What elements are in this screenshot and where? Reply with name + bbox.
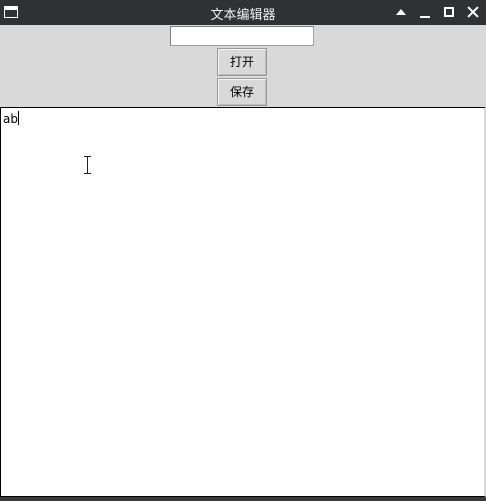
text-caret — [17, 111, 19, 125]
text-editor-area[interactable]: ab — [0, 107, 486, 497]
maximize-icon[interactable] — [442, 5, 456, 19]
editor-content-line: ab — [3, 111, 19, 126]
minimize-icon[interactable] — [418, 5, 432, 19]
editor-text: ab — [3, 112, 18, 126]
save-button[interactable]: 保存 — [217, 78, 267, 106]
filename-input[interactable] — [170, 26, 314, 46]
window-bottom-edge — [0, 497, 486, 501]
title-bar[interactable]: 文本编辑器 — [0, 0, 486, 25]
close-icon[interactable] — [466, 5, 480, 19]
open-button[interactable]: 打开 — [217, 48, 267, 76]
window-title: 文本编辑器 — [210, 8, 276, 23]
shade-icon[interactable] — [394, 5, 408, 19]
ibeam-cursor-icon — [83, 156, 92, 174]
